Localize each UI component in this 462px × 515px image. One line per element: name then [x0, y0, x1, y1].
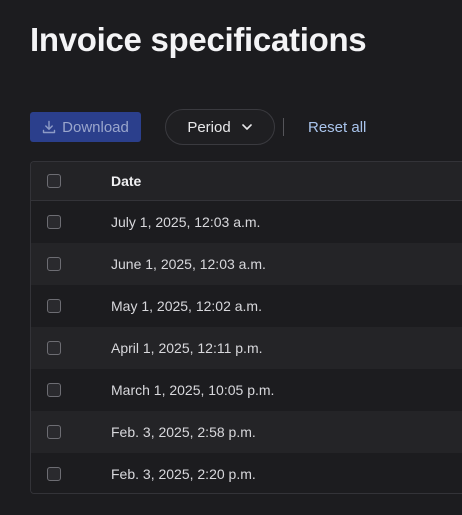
row-date: Feb. 3, 2025, 2:20 p.m. — [111, 466, 256, 482]
row-date: April 1, 2025, 12:11 p.m. — [111, 340, 263, 356]
row-date: Feb. 3, 2025, 2:58 p.m. — [111, 424, 256, 440]
invoice-specifications-page: Invoice specifications Download Period R… — [0, 0, 462, 515]
toolbar: Download Period Reset all — [30, 109, 366, 145]
table-row[interactable]: March 1, 2025, 10:05 p.m. — [31, 369, 462, 411]
select-all-checkbox[interactable] — [47, 174, 61, 188]
table-row[interactable]: Feb. 3, 2025, 2:20 p.m. — [31, 453, 462, 493]
row-checkbox[interactable] — [47, 341, 61, 355]
row-date: July 1, 2025, 12:03 a.m. — [111, 214, 261, 230]
row-checkbox[interactable] — [47, 383, 61, 397]
period-dropdown-label: Period — [187, 118, 231, 136]
row-checkbox[interactable] — [47, 467, 61, 481]
row-checkbox[interactable] — [47, 299, 61, 313]
row-checkbox[interactable] — [47, 215, 61, 229]
row-checkbox[interactable] — [47, 257, 61, 271]
table-row[interactable]: May 1, 2025, 12:02 a.m. — [31, 285, 462, 327]
row-date: March 1, 2025, 10:05 p.m. — [111, 382, 275, 398]
period-dropdown[interactable]: Period — [165, 109, 275, 145]
invoice-table: Date July 1, 2025, 12:03 a.m. June 1, 20… — [30, 161, 462, 494]
download-button[interactable]: Download — [30, 112, 141, 142]
column-header-date[interactable]: Date — [111, 173, 141, 189]
table-header-row: Date — [31, 162, 462, 201]
table-row[interactable]: April 1, 2025, 12:11 p.m. — [31, 327, 462, 369]
toolbar-divider — [283, 118, 284, 136]
row-checkbox[interactable] — [47, 425, 61, 439]
row-date: May 1, 2025, 12:02 a.m. — [111, 298, 262, 314]
row-date: June 1, 2025, 12:03 a.m. — [111, 256, 266, 272]
table-row[interactable]: July 1, 2025, 12:03 a.m. — [31, 201, 462, 243]
download-button-label: Download — [62, 118, 129, 136]
table-row[interactable]: Feb. 3, 2025, 2:58 p.m. — [31, 411, 462, 453]
chevron-down-icon — [241, 121, 253, 133]
reset-all-link[interactable]: Reset all — [308, 119, 366, 136]
download-icon — [42, 120, 56, 134]
table-row[interactable]: June 1, 2025, 12:03 a.m. — [31, 243, 462, 285]
page-title: Invoice specifications — [30, 21, 367, 58]
